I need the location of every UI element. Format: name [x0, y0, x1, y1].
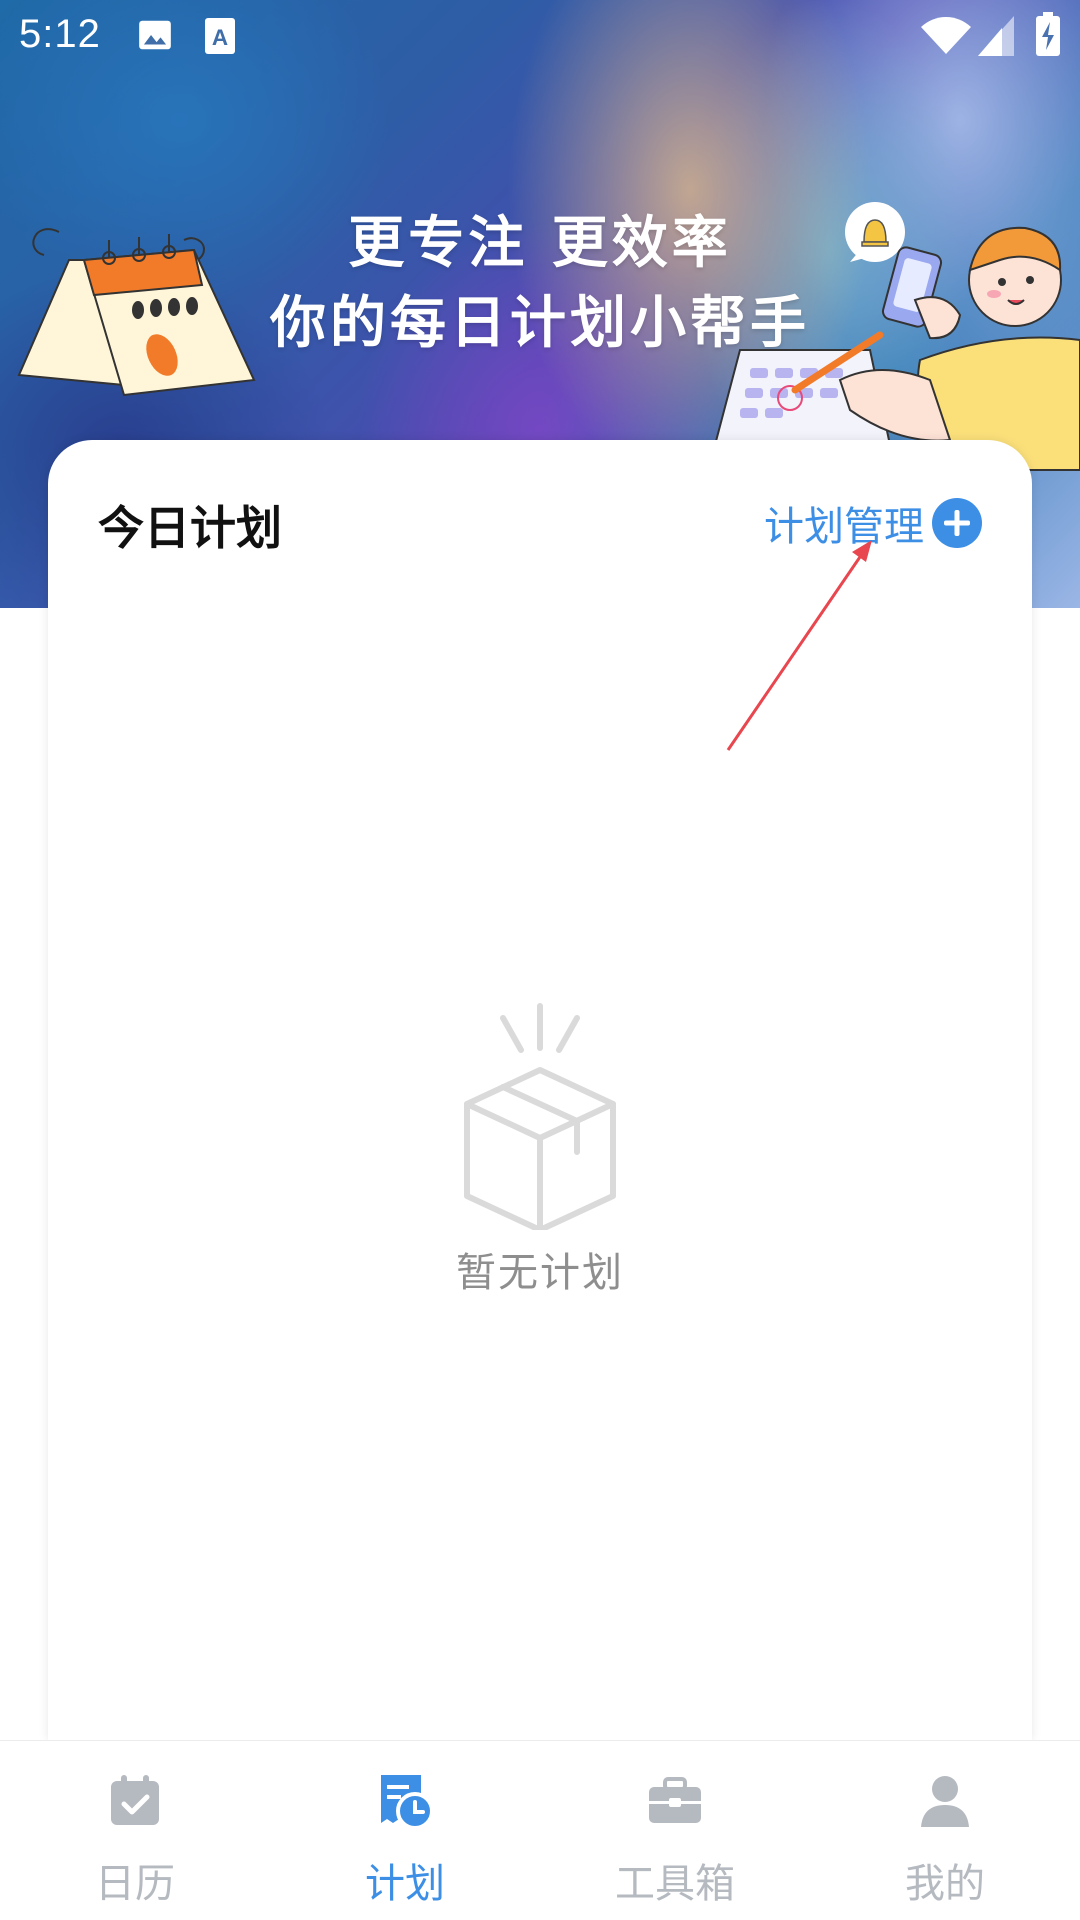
nav-item-plan[interactable]: 计划	[270, 1741, 540, 1920]
plan-manage-label[interactable]: 计划管理	[764, 494, 924, 552]
plan-manage-button[interactable]: 计划管理	[764, 494, 982, 552]
empty-plan-label: 暂无计划	[456, 1250, 624, 1296]
nav-label-toolbox: 工具箱	[615, 1861, 735, 1907]
empty-box-icon	[464, 1003, 616, 1233]
status-bar: 5:12 A	[0, 0, 1080, 72]
svg-text:A: A	[212, 25, 228, 50]
font-a-icon: A	[205, 18, 235, 54]
plan-clock-icon	[381, 1775, 434, 1830]
wifi-icon	[921, 17, 971, 54]
status-time: 5:12	[19, 12, 101, 56]
image-icon	[139, 20, 171, 50]
nav-label-mine: 我的	[905, 1861, 985, 1907]
signal-icon	[978, 16, 1014, 56]
nav-label-calendar: 日历	[95, 1861, 175, 1907]
empty-state: 暂无计划	[48, 1000, 1032, 1298]
user-icon	[921, 1776, 969, 1827]
toolbox-icon	[649, 1777, 701, 1823]
plus-circle-icon[interactable]	[932, 498, 982, 548]
nav-item-mine[interactable]: 我的	[810, 1741, 1080, 1920]
battery-charging-icon	[1036, 12, 1060, 56]
bottom-nav: 日历 计划 工具箱 我的	[0, 1740, 1080, 1920]
nav-item-toolbox[interactable]: 工具箱	[540, 1741, 810, 1920]
nav-label-plan: 计划	[365, 1861, 445, 1907]
today-plan-card: 今日计划 计划管理 暂无计划	[48, 440, 1032, 1740]
calendar-check-icon	[111, 1775, 159, 1825]
card-title: 今日计划	[98, 501, 282, 555]
nav-item-calendar[interactable]: 日历	[0, 1741, 270, 1920]
calendar-illustration	[17, 228, 256, 397]
